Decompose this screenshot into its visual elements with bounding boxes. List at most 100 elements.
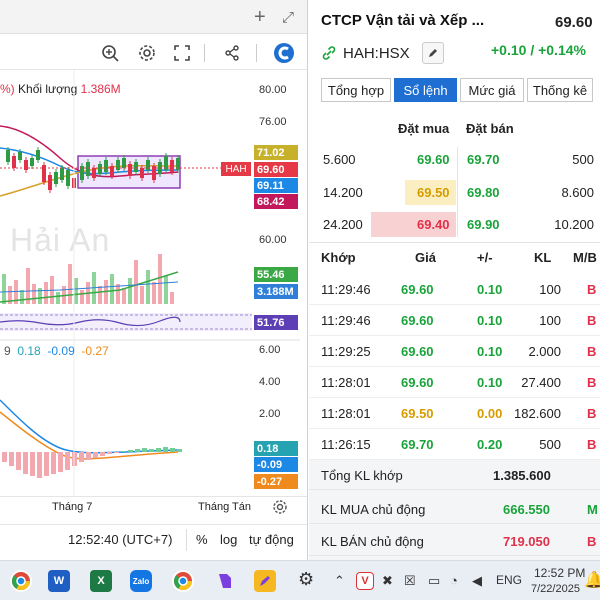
wifi-icon[interactable]: ◔	[450, 573, 458, 588]
excel-icon[interactable]: X	[90, 570, 112, 592]
link-icon[interactable]	[321, 45, 337, 61]
chrome-profile-icon[interactable]	[172, 570, 194, 592]
network-monitor-icon[interactable]: ☒	[404, 573, 416, 589]
tab-order-book[interactable]: Sổ lệnh	[394, 78, 457, 102]
share-icon[interactable]	[220, 41, 244, 65]
chart-toolbar	[0, 36, 307, 70]
ask-price[interactable]: 69.70	[467, 152, 500, 167]
histogram-bar	[149, 449, 154, 452]
settings-gear-icon[interactable]: ⚙	[298, 569, 314, 590]
y-tick: 60.00	[259, 234, 287, 246]
histogram-bar	[177, 449, 182, 452]
add-tab-icon[interactable]: +	[254, 6, 266, 29]
taskbar-date[interactable]: 7/22/2025	[531, 583, 580, 595]
volume-bar	[44, 282, 48, 304]
col-time: Khớp	[321, 250, 356, 265]
tab-statistics[interactable]: Thống kê	[527, 78, 593, 102]
trade-price: 69.60	[401, 344, 434, 359]
order-book-row: 24.200 69.40 69.90 10.200	[309, 212, 600, 237]
volume-icon[interactable]: ◀	[472, 573, 482, 589]
histogram-bar	[23, 452, 28, 474]
bid-header: Đặt mua	[398, 121, 450, 136]
volume-bar	[80, 290, 84, 304]
antivirus-icon[interactable]: V	[356, 572, 374, 590]
app-purple-icon[interactable]	[214, 570, 236, 592]
taskbar-time[interactable]: 12:52 PM	[534, 566, 585, 580]
volume-bar	[158, 254, 162, 304]
order-book-row: 5.600 69.60 69.70 500	[309, 147, 600, 172]
ask-price[interactable]: 69.90	[467, 217, 500, 232]
histogram-bar	[100, 452, 105, 456]
trade-vol: 100	[539, 282, 561, 297]
windows-taskbar: W X Zalo ⚙ ⌃ V ✖ ☒ ▭ ◔ ◀ ENG 12:52 PM 7/…	[0, 560, 600, 600]
candle	[134, 162, 138, 172]
volume-bar	[128, 278, 132, 304]
time-axis: Tháng 7 Tháng Tán	[0, 496, 307, 520]
zalo-icon[interactable]: Zalo	[130, 570, 152, 592]
chart-window-titlebar: + ⤢	[0, 0, 307, 34]
volume-bar	[134, 260, 138, 304]
price-tag: -0.09	[254, 457, 298, 472]
trade-row[interactable]: 11:28:01 69.60 0.10 27.400 B	[309, 367, 600, 398]
sticky-notes-icon[interactable]	[254, 570, 276, 592]
bid-price[interactable]: 69.40	[417, 217, 450, 232]
ask-price[interactable]: 69.80	[467, 185, 500, 200]
bid-price[interactable]: 69.50	[417, 185, 450, 200]
price-tag: 0.18	[254, 441, 298, 456]
word-icon[interactable]: W	[48, 570, 70, 592]
macd-param: 9	[4, 344, 11, 358]
trade-price: 69.60	[401, 313, 434, 328]
candle	[30, 158, 34, 166]
symbol-price-tag: HAH	[221, 162, 251, 176]
show-hidden-icons-icon[interactable]: ⌃	[334, 573, 345, 589]
macd-signal-value: -0.27	[81, 344, 109, 358]
histogram-bar	[156, 448, 161, 452]
compare-symbol-icon[interactable]	[98, 41, 122, 65]
toolbar-divider	[204, 44, 205, 62]
trade-row[interactable]: 11:29:46 69.60 0.10 100 B	[309, 274, 600, 305]
volume-bar	[68, 264, 72, 304]
percent-scale-button[interactable]: %	[196, 532, 208, 547]
histogram-bar	[51, 452, 56, 474]
axis-settings-icon[interactable]	[272, 499, 288, 518]
trade-time: 11:26:15	[321, 437, 371, 452]
price-tag: -0.27	[254, 474, 298, 489]
candle	[54, 172, 58, 184]
notification-bell-icon[interactable]: 🔔	[584, 570, 600, 590]
tab-summary[interactable]: Tổng hợp	[321, 78, 391, 102]
candle	[170, 160, 174, 172]
price-tag: 51.76	[254, 315, 298, 330]
chrome-icon[interactable]	[10, 570, 32, 592]
histogram-bar	[135, 449, 140, 452]
volume-bar	[122, 288, 126, 304]
trade-time: 11:28:01	[321, 406, 371, 421]
trade-row[interactable]: 11:29:46 69.60 0.10 100 B	[309, 305, 600, 336]
summary-extra: M	[587, 502, 598, 517]
bid-price[interactable]: 69.60	[417, 152, 450, 167]
expand-icon[interactable]: ⤢	[282, 9, 294, 26]
settings-gear-icon[interactable]	[135, 41, 159, 65]
fullscreen-icon[interactable]	[170, 41, 194, 65]
edit-icon[interactable]	[421, 42, 444, 64]
trade-row[interactable]: 11:26:15 69.70 0.20 500 B	[309, 429, 600, 460]
touch-keyboard-icon[interactable]: ✖	[382, 573, 393, 589]
log-scale-button[interactable]: log	[220, 532, 237, 547]
price-chart-canvas[interactable]	[0, 70, 300, 496]
histogram-bar	[86, 452, 91, 460]
trade-row[interactable]: 11:28:01 69.50 0.00 182.600 B	[309, 398, 600, 429]
trade-chg: 0.10	[477, 313, 503, 328]
price-tag: 69.11	[254, 178, 298, 193]
trade-side: B	[587, 406, 597, 421]
candle	[18, 152, 22, 160]
tab-price-levels[interactable]: Mức giá	[460, 78, 524, 102]
macd-legend: 9 0.18 -0.09 -0.27	[4, 344, 109, 358]
app-logo-icon[interactable]	[272, 41, 296, 65]
candle	[140, 168, 144, 178]
price-tag: 55.46	[254, 267, 298, 282]
trade-chg: 0.10	[477, 344, 503, 359]
language-indicator[interactable]: ENG	[496, 573, 522, 587]
battery-icon[interactable]: ▭	[428, 573, 440, 589]
price-tag: 69.60	[254, 162, 298, 177]
auto-scale-button[interactable]: tự động	[249, 532, 294, 547]
trade-row[interactable]: 11:29:25 69.60 0.10 2.000 B	[309, 336, 600, 367]
